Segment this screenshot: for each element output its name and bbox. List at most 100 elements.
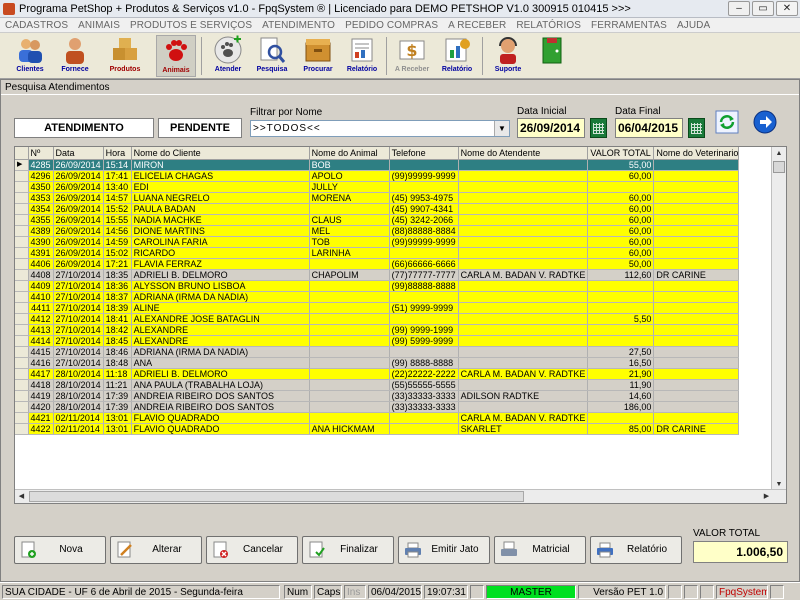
menu-animais[interactable]: ANIMAIS <box>73 20 125 31</box>
table-row[interactable]: 4421 02/11/2014 13:01 FLAVIO QUADRADO CARLA … <box>15 412 740 424</box>
menu-ferramentas[interactable]: FERRAMENTAS <box>586 20 672 31</box>
cancelar-button[interactable]: Cancelar <box>206 536 298 564</box>
col-atendente: ADILSON RADTKE <box>458 390 589 402</box>
table-row[interactable]: 4354 26/09/2014 15:52 PAULA BADAN (45) 9907-… <box>15 203 740 215</box>
table-row[interactable]: 4409 27/10/2014 18:36 ALYSSON BRUNO LISBOA (… <box>15 280 740 292</box>
filter-value: >>TODOS<< <box>253 123 321 134</box>
table-row[interactable]: 4418 28/10/2014 11:21 ANA PAULA (TRABALHA L… <box>15 379 740 391</box>
nova-button[interactable]: Nova <box>14 536 106 564</box>
animais-button[interactable]: Animais <box>156 35 196 77</box>
col-header-numero[interactable]: Nº <box>28 147 54 160</box>
refresh-icon[interactable] <box>715 110 739 134</box>
matricial-button[interactable]: Matricial <box>494 536 586 564</box>
chevron-down-icon[interactable]: ▼ <box>494 121 509 136</box>
scroll-right-icon[interactable]: ▶ <box>760 490 773 503</box>
procurar-button[interactable]: Procurar <box>298 35 338 77</box>
col-header-atendente[interactable]: Nome do Atendente <box>458 147 589 160</box>
clientes-button[interactable]: Clientes <box>10 35 50 77</box>
relatorio-button-1[interactable]: Relatório <box>342 35 382 77</box>
col-atendente <box>458 170 589 182</box>
data-inicial-field[interactable]: 26/09/2014 <box>517 118 585 138</box>
pesquisa-button[interactable]: Pesquisa <box>252 35 292 77</box>
col-atendente <box>458 324 589 336</box>
col-header-hora[interactable]: Hora <box>103 147 132 160</box>
close-button[interactable]: ✕ <box>776 1 798 16</box>
suporte-button[interactable]: Suporte <box>488 35 528 77</box>
col-hora: 18:37 <box>103 291 132 303</box>
alterar-button[interactable]: Alterar <box>110 536 202 564</box>
table-row[interactable]: ▶ 4285 26/09/2014 15:14 MIRON BOB 55,00 <box>15 159 740 171</box>
horizontal-scrollbar[interactable]: ◀ ▶ <box>15 489 786 503</box>
col-atendente <box>458 192 589 204</box>
col-hora: 17:39 <box>103 401 132 413</box>
arrow-right-icon[interactable] <box>753 110 777 134</box>
produtos-button[interactable]: Produtos <box>104 35 146 77</box>
col-data: 27/10/2014 <box>53 269 104 281</box>
calendar-icon-start[interactable] <box>590 118 607 138</box>
table-row[interactable]: 4419 28/10/2014 17:39 ANDREIA RIBEIRO DOS S… <box>15 390 740 402</box>
relatorio-button-2[interactable]: Relatório <box>436 35 478 77</box>
col-header-data[interactable]: Data <box>53 147 104 160</box>
table-row[interactable]: 4415 27/10/2014 18:46 ADRIANA (IRMA DA NADI… <box>15 346 740 358</box>
tab-atendimento[interactable]: ATENDIMENTO <box>14 118 154 138</box>
table-row[interactable]: 4406 26/09/2014 17:21 FLAVIA FERRAZ (66)6666… <box>15 258 740 270</box>
hscroll-thumb[interactable] <box>29 491 524 502</box>
relatorio-print-button[interactable]: Relatório <box>590 536 682 564</box>
table-row[interactable]: 4355 26/09/2014 15:55 NADIA MACHKE CLAUS (45)… <box>15 214 740 226</box>
col-telefone <box>389 247 459 259</box>
data-inicial-label: Data Inicial <box>517 106 567 117</box>
table-row[interactable]: 4353 26/09/2014 14:57 LUANA NEGRELO MORENA (4… <box>15 192 740 204</box>
menu-cadastros[interactable]: CADASTROS <box>0 20 73 31</box>
table-row[interactable]: 4417 28/10/2014 11:18 ADRIELI B. DELMORO (22… <box>15 368 740 380</box>
row-indicator <box>15 368 29 380</box>
col-header-valor-total[interactable]: VALOR TOTAL <box>587 147 655 160</box>
table-row[interactable]: 4350 26/09/2014 13:40 EDI JULLY <box>15 181 740 193</box>
table-row[interactable]: 4422 02/11/2014 13:01 FLAVIO QUADRADO ANA HI… <box>15 423 740 435</box>
col-telefone: (45) 9907-4341 <box>389 203 459 215</box>
menu-produtos-servicos[interactable]: PRODUTOS E SERVIÇOS <box>125 20 257 31</box>
menu-atendimento[interactable]: ATENDIMENTO <box>257 20 340 31</box>
table-row[interactable]: 4296 26/09/2014 17:41 ELICELIA CHAGAS APOLO(… <box>15 170 740 182</box>
calendar-icon-end[interactable] <box>688 118 705 138</box>
a-receber-button[interactable]: $ A Receber <box>390 35 434 77</box>
minimize-button[interactable]: – <box>728 1 750 16</box>
col-header-cliente[interactable]: Nome do Cliente <box>131 147 310 160</box>
col-animal: BOB <box>309 159 390 171</box>
atendimentos-grid[interactable]: Nº Data Hora Nome do Cliente Nome do Ani… <box>14 146 787 504</box>
vertical-scrollbar[interactable]: ▲ ▼ <box>771 147 786 491</box>
col-header-telefone[interactable]: Telefone <box>389 147 459 160</box>
table-row[interactable]: 4412 27/10/2014 18:41 ALEXANDRE JOSE BATAGL… <box>15 313 740 325</box>
data-final-field[interactable]: 06/04/2015 <box>615 118 683 138</box>
atender-button[interactable]: Atender <box>208 35 248 77</box>
scroll-left-icon[interactable]: ◀ <box>15 490 28 503</box>
table-row[interactable]: 4413 27/10/2014 18:42 ALEXANDRE (99) 9999-19… <box>15 324 740 336</box>
table-row[interactable]: 4410 27/10/2014 18:37 ADRIANA (IRMA DA NADI… <box>15 291 740 303</box>
name-filter-select[interactable]: >>TODOS<< ▼ <box>250 120 510 137</box>
status-caps: Caps <box>314 585 342 599</box>
menu-pedido-compras[interactable]: PEDIDO COMPRAS <box>340 20 443 31</box>
table-row[interactable]: 4390 26/09/2014 14:59 CAROLINA FARIA TOB (99)… <box>15 236 740 248</box>
col-header-animal[interactable]: Nome do Animal <box>309 147 390 160</box>
exit-button[interactable] <box>535 35 569 77</box>
table-row[interactable]: 4411 27/10/2014 18:39 ALINE (51) 9999-9999 <box>15 302 740 314</box>
table-row[interactable]: 4391 26/09/2014 15:02 RICARDO LARINHA 60,00 <box>15 247 740 259</box>
fornece-button[interactable]: Fornece <box>55 35 95 77</box>
table-row[interactable]: 4420 28/10/2014 17:39 ANDREIA RIBEIRO DOS S… <box>15 401 740 413</box>
table-row[interactable]: 4414 27/10/2014 18:45 ALEXANDRE (99) 5999-99… <box>15 335 740 347</box>
maximize-button[interactable]: ▭ <box>752 1 774 16</box>
emitir-jato-button[interactable]: Emitir Jato <box>398 536 490 564</box>
table-row[interactable]: 4408 27/10/2014 18:35 ADRIELI B. DELMORO CHA… <box>15 269 740 281</box>
col-atendente <box>458 258 589 270</box>
menu-ajuda[interactable]: AJUDA <box>672 20 715 31</box>
menu-a-receber[interactable]: A RECEBER <box>443 20 511 31</box>
col-veterinario <box>653 247 740 259</box>
menu-relatorios[interactable]: RELATÓRIOS <box>511 20 586 31</box>
scroll-thumb[interactable] <box>773 161 785 173</box>
scroll-up-icon[interactable]: ▲ <box>772 147 786 160</box>
table-row[interactable]: 4416 27/10/2014 18:48 ANA (99) 8888-8888 16,5… <box>15 357 740 369</box>
tab-pendente[interactable]: PENDENTE <box>158 118 242 138</box>
col-header-veterinario[interactable]: Nome do Veterinario <box>653 147 740 160</box>
finalizar-button[interactable]: Finalizar <box>302 536 394 564</box>
row-indicator <box>15 247 29 259</box>
table-row[interactable]: 4389 26/09/2014 14:56 DIONE MARTINS MEL (88)8… <box>15 225 740 237</box>
